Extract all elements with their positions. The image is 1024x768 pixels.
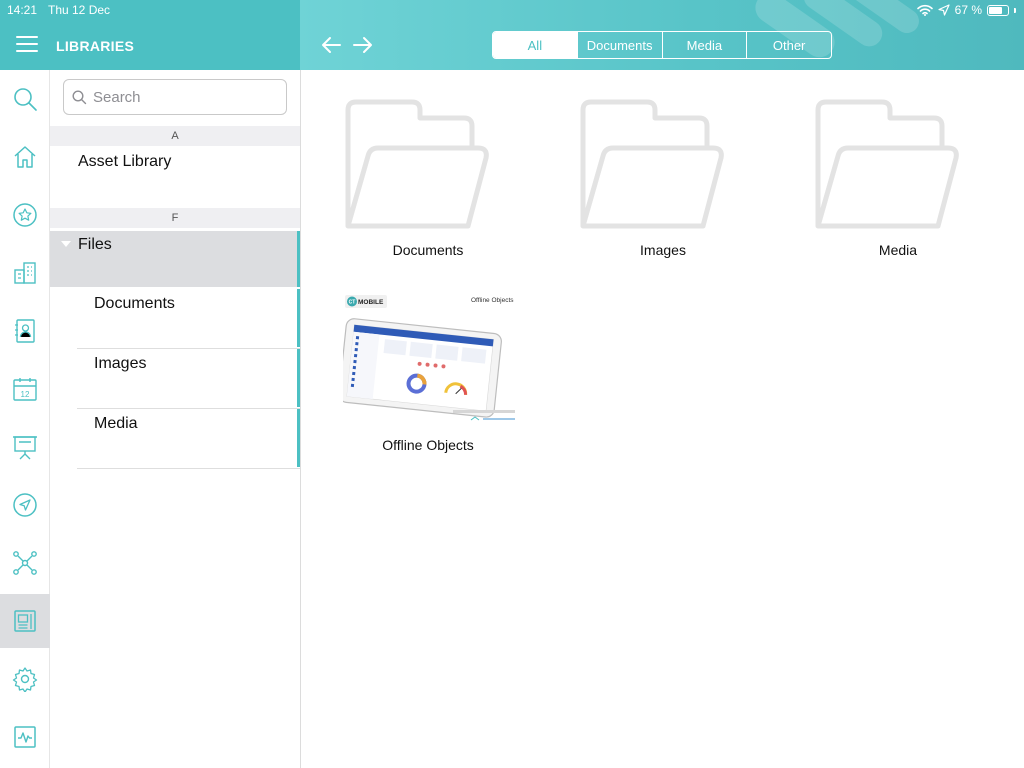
filter-segmented-control: All Documents Media Other: [492, 31, 832, 59]
library-item-files[interactable]: Files: [50, 231, 300, 287]
status-date: Thu 12 Dec: [48, 3, 111, 17]
selection-indicator: [297, 349, 300, 407]
offline-objects-thumbnail: CT MOBILE Offline Objects: [343, 292, 519, 432]
library-icon[interactable]: [0, 594, 50, 648]
content-tile-label: Offline Objects: [382, 437, 474, 453]
selection-indicator: [297, 409, 300, 467]
battery-icon: [987, 4, 1009, 16]
page-title: LIBRARIES: [56, 38, 135, 54]
thumb-title: Offline Objects: [471, 297, 514, 304]
library-item-label: Files: [78, 236, 112, 253]
app-header: 14:21 Thu 12 Dec LIBRARIES 67 % All Docu…: [0, 0, 1024, 70]
battery-percent: 67 %: [954, 3, 982, 17]
location-icon: [938, 4, 950, 16]
content-tile-offline-objects[interactable]: CT MOBILE Offline Objects Offline Object…: [301, 70, 555, 460]
library-item-asset-library[interactable]: Asset Library: [50, 146, 300, 206]
hamburger-menu-button[interactable]: [16, 36, 38, 54]
back-arrow-icon[interactable]: [318, 32, 344, 58]
folder-label: Images: [640, 242, 686, 258]
status-time: 14:21: [7, 3, 38, 17]
tab-media[interactable]: Media: [661, 32, 747, 58]
library-subitem-label: Documents: [94, 295, 175, 312]
tab-all[interactable]: All: [493, 32, 577, 58]
calendar-day: 12: [21, 390, 30, 399]
search-icon[interactable]: [0, 72, 50, 126]
navigation-icon[interactable]: [0, 478, 50, 532]
activity-icon[interactable]: [0, 710, 50, 764]
star-icon[interactable]: [0, 188, 50, 242]
library-item-label: Asset Library: [78, 153, 172, 170]
forward-arrow-icon[interactable]: [350, 32, 376, 58]
home-icon[interactable]: [0, 130, 50, 184]
expand-triangle-icon[interactable]: [61, 241, 71, 247]
search-icon: [72, 89, 87, 104]
contact-book-icon[interactable]: [0, 304, 50, 358]
icon-rail: 12: [0, 70, 50, 768]
library-subitem-documents[interactable]: Documents: [50, 289, 300, 347]
wifi-icon: [916, 4, 933, 16]
library-subitem-label: Media: [94, 415, 138, 432]
library-subitem-media[interactable]: Media: [50, 409, 300, 467]
presentation-icon[interactable]: [0, 420, 50, 474]
content-area: Documents Images Media CT MOBILE Offline…: [301, 70, 1024, 768]
section-header-f: F: [50, 208, 300, 228]
folder-icon: [580, 99, 724, 229]
library-subitem-label: Images: [94, 355, 147, 372]
selection-indicator: [297, 289, 300, 347]
tab-documents[interactable]: Documents: [576, 32, 662, 58]
library-subitem-images[interactable]: Images: [50, 349, 300, 407]
selection-indicator: [297, 231, 300, 287]
folder-icon: [815, 99, 959, 229]
search-placeholder: Search: [93, 88, 141, 106]
section-header-a: A: [50, 126, 300, 146]
header-left-panel: 14:21 Thu 12 Dec LIBRARIES: [0, 0, 300, 70]
gear-icon[interactable]: [0, 652, 50, 706]
network-icon[interactable]: [0, 536, 50, 590]
divider: [77, 468, 300, 469]
calendar-icon[interactable]: 12: [0, 362, 50, 416]
thumb-brand: MOBILE: [358, 299, 384, 306]
buildings-icon[interactable]: [0, 246, 50, 300]
tab-other[interactable]: Other: [746, 32, 831, 58]
search-input[interactable]: Search: [63, 79, 287, 115]
status-indicators: 67 %: [916, 3, 1016, 17]
folder-label: Media: [878, 242, 918, 258]
thumb-brand-badge: CT: [349, 300, 356, 306]
battery-nub: [1014, 7, 1016, 13]
library-pane: Search A Asset Library F Files Documents…: [50, 70, 301, 768]
